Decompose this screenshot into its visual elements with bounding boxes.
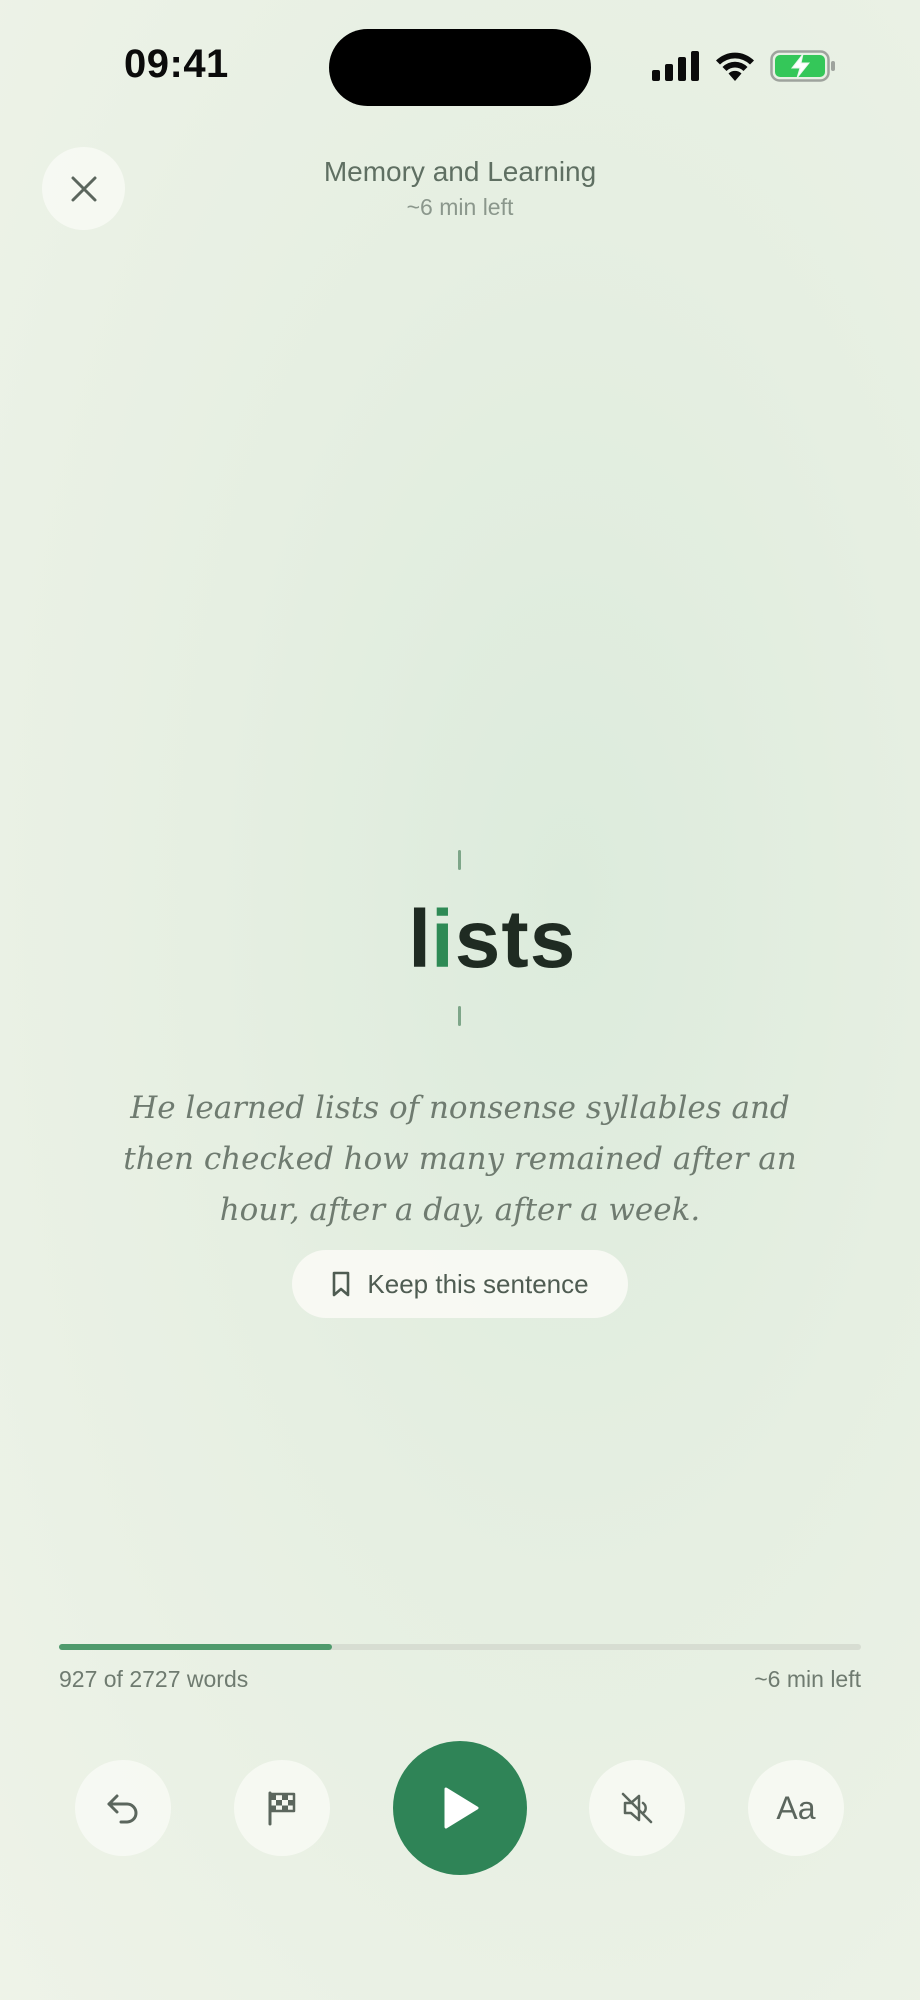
rewind-button[interactable] bbox=[75, 1760, 171, 1856]
current-word: l ists bbox=[0, 885, 920, 995]
play-icon bbox=[444, 1787, 479, 1829]
text-size-label: Aa bbox=[776, 1789, 816, 1826]
play-button[interactable] bbox=[393, 1741, 527, 1875]
focus-guide-bottom bbox=[458, 1006, 461, 1026]
word-after-focus: sts bbox=[454, 894, 577, 985]
word-focus-and-rest: ists bbox=[431, 885, 576, 995]
status-bar: 09:41 bbox=[0, 0, 920, 140]
mute-button[interactable] bbox=[589, 1760, 685, 1856]
close-icon bbox=[71, 176, 96, 201]
checkered-flag-icon bbox=[268, 1791, 296, 1826]
book-title: Memory and Learning bbox=[323, 156, 597, 187]
status-icons bbox=[652, 50, 836, 82]
word-count: 927 of 2727 words bbox=[59, 1666, 249, 1692]
word-before-focus: l bbox=[408, 894, 431, 985]
text-size-button[interactable]: Aa bbox=[748, 1760, 844, 1856]
keep-sentence-button[interactable]: Keep this sentence bbox=[292, 1250, 628, 1318]
focus-guide-top bbox=[458, 850, 461, 870]
progress-bar[interactable] bbox=[59, 1644, 861, 1650]
header: Memory and Learning ~6 min left bbox=[260, 154, 660, 222]
cellular-signal-icon bbox=[652, 51, 699, 81]
speaker-muted-icon bbox=[621, 1792, 653, 1824]
checkpoint-button[interactable] bbox=[234, 1760, 330, 1856]
close-button[interactable] bbox=[42, 147, 125, 230]
time-remaining-header: ~6 min left bbox=[406, 194, 514, 220]
undo-icon bbox=[107, 1794, 138, 1824]
focus-letter: i bbox=[431, 894, 455, 985]
bookmark-icon bbox=[333, 1271, 350, 1297]
progress-fill bbox=[59, 1644, 332, 1650]
time-remaining: ~6 min left bbox=[754, 1666, 861, 1692]
context-sentence: He learned lists of nonsense syllables a… bbox=[123, 1090, 797, 1228]
dynamic-island bbox=[329, 29, 591, 106]
keep-sentence-label: Keep this sentence bbox=[367, 1268, 589, 1299]
status-time: 09:41 bbox=[124, 42, 229, 86]
battery-charging-icon bbox=[770, 50, 835, 82]
wifi-icon bbox=[716, 52, 754, 81]
